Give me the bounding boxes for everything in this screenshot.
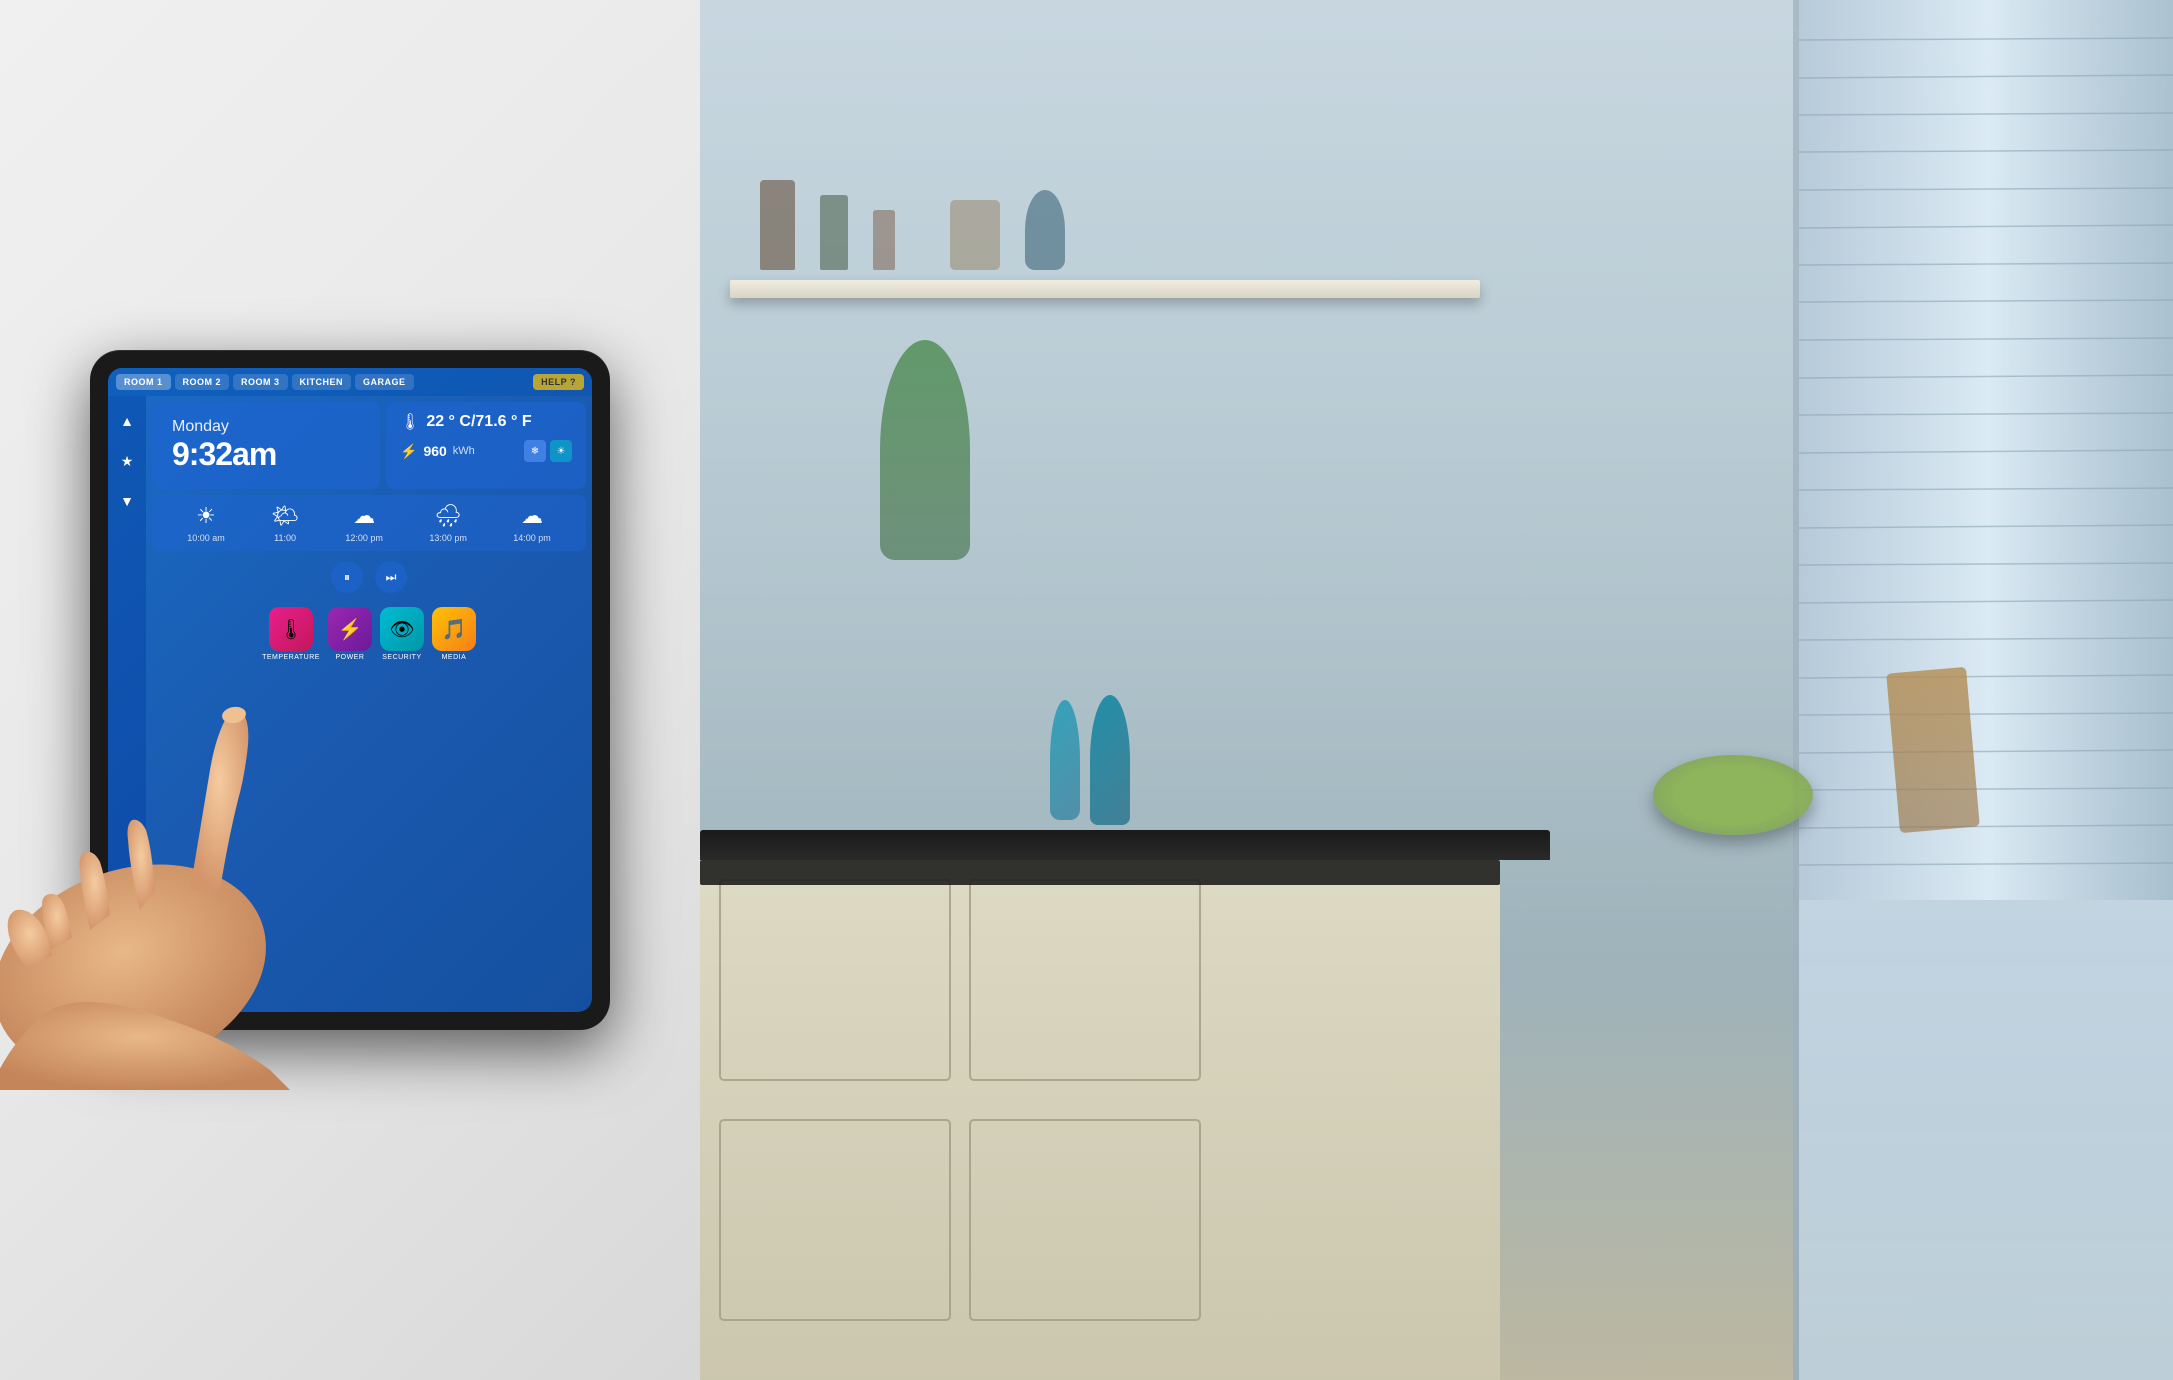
window-panel	[1793, 0, 2173, 1380]
sidebar: ▲ ★ ▼	[108, 396, 146, 1012]
weather-item-2[interactable]: 🌤 11:00	[271, 503, 299, 543]
app-icon-media[interactable]: 🎵 MEDIA	[432, 607, 476, 661]
apple-bowl	[1653, 755, 1813, 835]
energy-row: ⚡ 960 kWh ❄ ☀	[400, 440, 572, 462]
sidebar-star-icon[interactable]: ★	[114, 448, 140, 474]
counter-vase-teal	[1090, 695, 1130, 825]
media-app-label: MEDIA	[442, 654, 467, 661]
kitchen-shelf	[730, 280, 1480, 298]
time-day: Monday	[172, 418, 276, 436]
shelf-item-vase	[950, 200, 1000, 270]
app-icon-power[interactable]: ⚡ POWER	[328, 607, 372, 661]
thermometer-icon: 🌡	[400, 412, 420, 432]
weather-icon-partly-cloudy: 🌤	[271, 503, 299, 529]
left-wall-panel: ROOM 1 ROOM 2 ROOM 3 KITCHEN GARAGE HELP…	[0, 0, 700, 1380]
time-display: Monday 9:32am	[172, 418, 276, 473]
power-app-circle: ⚡	[328, 607, 372, 651]
blind-slats	[1799, 0, 2173, 1380]
tab-help[interactable]: HELP ?	[533, 374, 584, 390]
main-content: Monday 9:32am 🌡 22 ° C/71.6 ° F	[146, 396, 592, 1012]
weather-time-5: 14:00 pm	[513, 533, 551, 543]
shelf-item-book3	[873, 210, 895, 270]
weather-item-3[interactable]: ☁ 12:00 pm	[345, 503, 383, 543]
weather-item-1[interactable]: ☀ 10:00 am	[187, 503, 225, 543]
energy-value: 960	[423, 443, 446, 459]
weather-time-3: 12:00 pm	[345, 533, 383, 543]
sun-button[interactable]: ☀	[550, 440, 572, 462]
weather-icon-cloudy: ☁	[353, 503, 375, 529]
tab-garage[interactable]: GARAGE	[355, 374, 414, 390]
weather-time-2: 11:00	[274, 533, 296, 543]
lightning-icon: ⚡	[400, 443, 417, 460]
pause-button[interactable]: ⏸	[331, 561, 363, 593]
shelf-item-bottle	[1025, 190, 1065, 270]
tab-room2[interactable]: ROOM 2	[175, 374, 230, 390]
time-hour: 9:32am	[172, 436, 276, 473]
right-kitchen-panel	[700, 0, 2173, 1380]
forward-button[interactable]: ⏭	[375, 561, 407, 593]
kitchen-cabinets	[700, 860, 1500, 1380]
kitchen-plant	[880, 340, 970, 560]
content-area: ▲ ★ ▼ Monday 9:32am	[108, 396, 592, 1012]
temperature-row: 🌡 22 ° C/71.6 ° F	[400, 412, 572, 432]
tab-bar: ROOM 1 ROOM 2 ROOM 3 KITCHEN GARAGE HELP…	[108, 368, 592, 396]
weather-time-1: 10:00 am	[187, 533, 225, 543]
tablet-body: ROOM 1 ROOM 2 ROOM 3 KITCHEN GARAGE HELP…	[90, 350, 610, 1030]
shelf-item-book1	[760, 180, 795, 270]
weather-item-5[interactable]: ☁ 14:00 pm	[513, 503, 551, 543]
weather-row: ☀ 10:00 am 🌤 11:00 ☁ 12:00 pm	[152, 495, 586, 551]
media-controls: ⏸ ⏭	[152, 557, 586, 597]
weather-icon-cloud: ☁	[521, 503, 543, 529]
weather-item-4[interactable]: 🌧 13:00 pm	[429, 503, 467, 543]
info-widget: 🌡 22 ° C/71.6 ° F ⚡ 960 kWh ❄ ☀	[386, 402, 586, 489]
shelf-items-container	[760, 180, 1065, 270]
security-app-label: SECURITY	[382, 654, 421, 661]
tab-room1[interactable]: ROOM 1	[116, 374, 171, 390]
media-app-circle: 🎵	[432, 607, 476, 651]
temperature-app-label: TEMPERATURE	[262, 654, 320, 661]
counter-vase-blue	[1050, 700, 1080, 820]
weather-icon-rain: 🌧	[434, 503, 462, 529]
temperature-value: 22 ° C/71.6 ° F	[426, 413, 531, 431]
weather-time-4: 13:00 pm	[429, 533, 467, 543]
widget-buttons: ❄ ☀	[524, 440, 572, 462]
app-icons: 🌡 TEMPERATURE ⚡ POWER 👁 SECURITY	[152, 603, 586, 667]
weather-icon-sun: ☀	[196, 503, 216, 529]
sidebar-up-icon[interactable]: ▲	[114, 408, 140, 434]
top-row: Monday 9:32am 🌡 22 ° C/71.6 ° F	[152, 402, 586, 489]
app-icon-temperature[interactable]: 🌡 TEMPERATURE	[262, 607, 320, 661]
time-widget: Monday 9:32am	[152, 402, 380, 489]
sidebar-down-icon[interactable]: ▼	[114, 488, 140, 514]
power-app-label: POWER	[335, 654, 364, 661]
energy-unit: kWh	[453, 445, 475, 457]
shelf-item-book2	[820, 195, 848, 270]
temperature-app-circle: 🌡	[269, 607, 313, 651]
tablet-screen: ROOM 1 ROOM 2 ROOM 3 KITCHEN GARAGE HELP…	[108, 368, 592, 1012]
tab-room3[interactable]: ROOM 3	[233, 374, 288, 390]
tab-kitchen[interactable]: KITCHEN	[292, 374, 352, 390]
cutting-board	[1886, 667, 1980, 833]
counter-top	[700, 830, 1550, 860]
security-app-circle: 👁	[380, 607, 424, 651]
snowflake-button[interactable]: ❄	[524, 440, 546, 462]
app-icon-security[interactable]: 👁 SECURITY	[380, 607, 424, 661]
tablet-device: ROOM 1 ROOM 2 ROOM 3 KITCHEN GARAGE HELP…	[90, 350, 610, 1030]
